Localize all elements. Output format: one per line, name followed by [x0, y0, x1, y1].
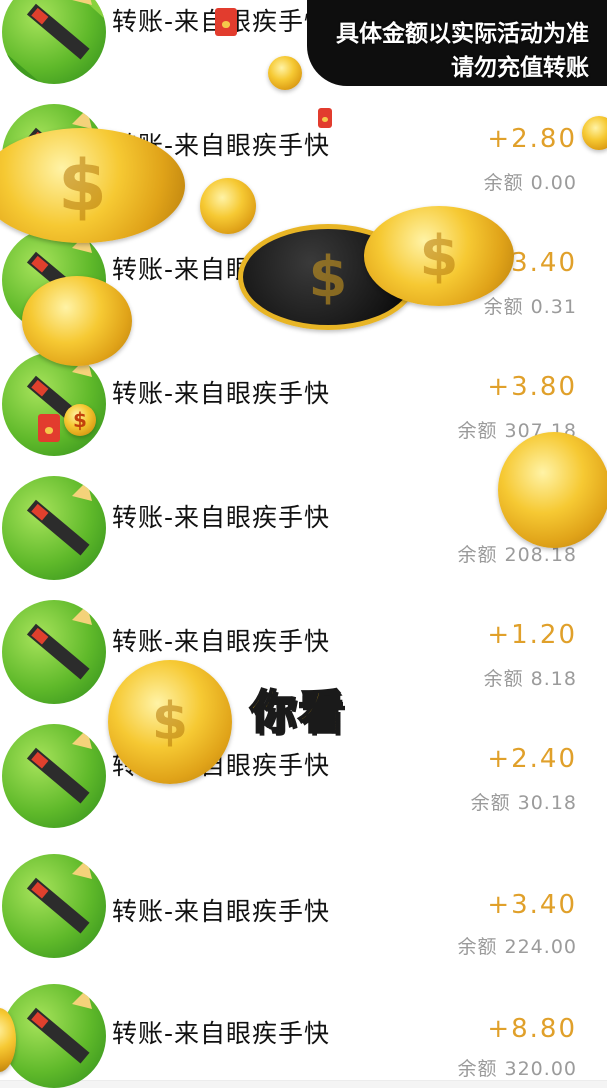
transaction-title: 转账-来自眼疾手快 — [112, 1019, 331, 1048]
transaction-balance: 余额 30.18 — [470, 792, 577, 814]
gold-coin-icon — [498, 432, 607, 548]
sword-avatar-icon — [2, 0, 106, 84]
transaction-amount: +2.80 — [487, 124, 577, 154]
transaction-balance: 余额 8.18 — [483, 668, 577, 690]
red-packet-icon — [215, 8, 237, 36]
gold-coin-icon — [268, 56, 302, 90]
gold-coin-icon — [200, 178, 256, 234]
gold-coin-icon — [22, 276, 132, 366]
transaction-amount: +3.80 — [487, 372, 577, 402]
gold-coin-icon: $ — [64, 404, 96, 436]
red-packet-icon — [318, 108, 332, 128]
notice-banner: 具体金额以实际活动为准 请勿充值转账 — [307, 0, 607, 86]
transaction-row[interactable]: 转账-来自眼疾手快 +3.40 余额 224.00 — [0, 834, 607, 965]
sword-avatar-icon — [2, 854, 106, 958]
transaction-title: 转账-来自眼疾手快 — [112, 897, 331, 926]
transaction-amount: +3.40 — [487, 890, 577, 920]
transaction-title: 转账-来自眼疾手快 — [112, 503, 331, 532]
sword-avatar-icon — [2, 724, 106, 828]
transaction-title: 转账-来自眼疾手快 — [112, 627, 331, 656]
transaction-amount: +8.80 — [487, 1014, 577, 1044]
transaction-balance: 余额 224.00 — [457, 936, 577, 958]
transaction-title: 转账-来自眼疾手快 — [112, 379, 331, 408]
notice-line-2: 请勿充值转账 — [451, 55, 589, 81]
transaction-balance: 余额 320.00 — [457, 1058, 577, 1080]
sword-avatar-icon — [2, 984, 106, 1088]
gold-coin-icon: $ — [108, 660, 232, 784]
transaction-balance: 余额 0.00 — [483, 172, 577, 194]
transaction-amount: +2.40 — [487, 744, 577, 774]
red-packet-icon — [38, 414, 60, 442]
gold-coin-icon: $ — [364, 206, 514, 306]
sword-avatar-icon — [2, 600, 106, 704]
notice-line-1: 具体金额以实际活动为准 — [336, 21, 589, 47]
gold-coin-icon: $ — [0, 128, 185, 243]
video-caption: 你看 — [249, 684, 346, 740]
sword-avatar-icon — [2, 476, 106, 580]
transaction-amount: +1.20 — [487, 620, 577, 650]
transaction-row[interactable]: 转账-来自眼疾手快 +8.80 余额 320.00 — [0, 964, 607, 1088]
